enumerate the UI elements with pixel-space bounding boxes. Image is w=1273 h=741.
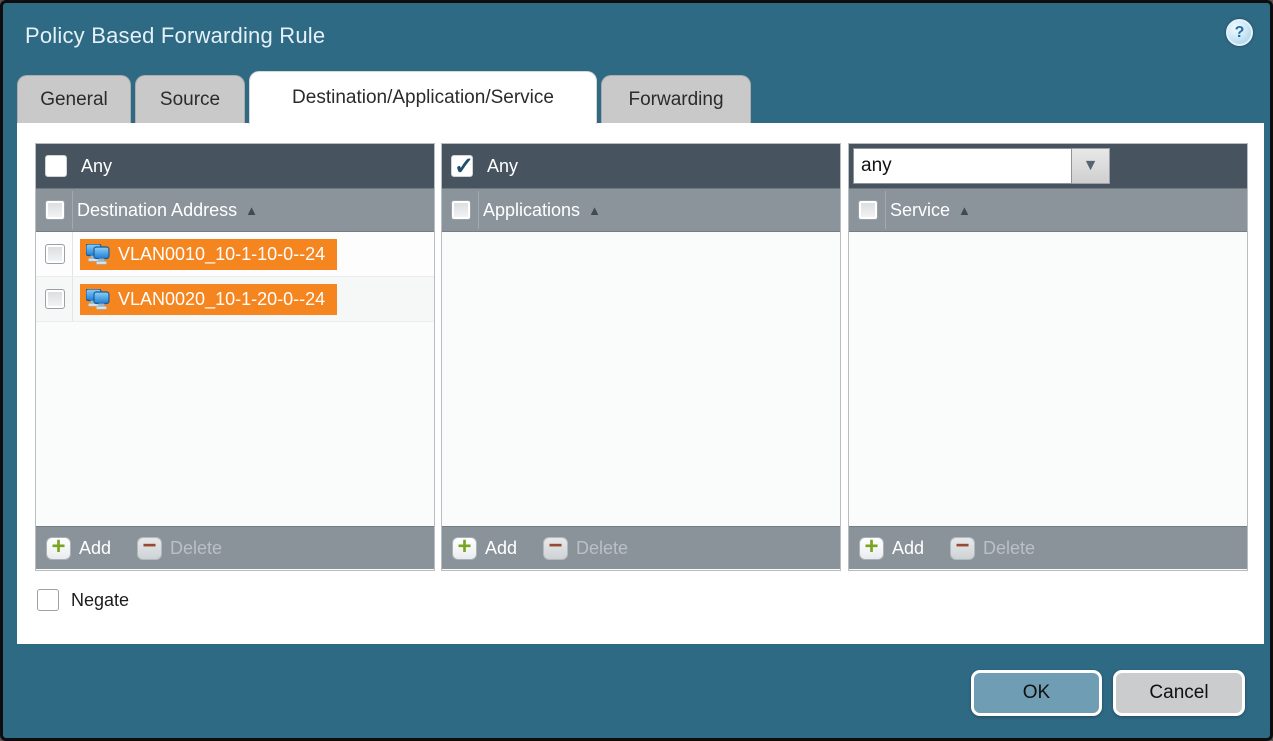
tab-content-panel: Any Destination Address ▲ VL <box>17 123 1264 644</box>
table-row[interactable]: VLAN0010_10-1-10-0--24 <box>36 232 434 277</box>
address-label: VLAN0010_10-1-10-0--24 <box>118 244 325 265</box>
applications-header-label: Applications <box>483 200 580 221</box>
add-service-button[interactable]: + Add <box>859 537 924 560</box>
service-header-label: Service <box>890 200 950 221</box>
chevron-down-icon: ▼ <box>1083 157 1099 175</box>
applications-any-checkbox[interactable] <box>451 155 473 177</box>
negate-label: Negate <box>71 590 129 611</box>
service-selector-bar: ▼ <box>849 144 1247 188</box>
applications-header[interactable]: Applications ▲ <box>442 188 840 232</box>
dialog-title: Policy Based Forwarding Rule <box>25 23 325 49</box>
help-icon[interactable]: ? <box>1226 19 1253 46</box>
destination-address-item[interactable]: VLAN0010_10-1-10-0--24 <box>80 239 337 270</box>
network-address-icon <box>86 244 110 265</box>
service-list <box>849 232 1247 526</box>
address-label: VLAN0020_10-1-20-0--24 <box>118 289 325 310</box>
delete-minus-icon: − <box>137 537 162 560</box>
title-bar: Policy Based Forwarding Rule ? <box>3 3 1270 71</box>
applications-list <box>442 232 840 526</box>
policy-forwarding-dialog: Policy Based Forwarding Rule ? General S… <box>0 0 1273 741</box>
add-destination-button[interactable]: + Add <box>46 537 111 560</box>
applications-any-label: Any <box>487 156 518 177</box>
destination-any-checkbox[interactable] <box>45 155 67 177</box>
destination-address-list: VLAN0010_10-1-10-0--24 VLAN0020_10-1-20-… <box>36 232 434 526</box>
destination-address-column: Any Destination Address ▲ VL <box>35 143 435 571</box>
delete-application-button[interactable]: − Delete <box>543 537 628 560</box>
delete-minus-icon: − <box>950 537 975 560</box>
service-header[interactable]: Service ▲ <box>849 188 1247 232</box>
destination-footer-bar: + Add − Delete <box>36 526 434 569</box>
ok-button[interactable]: OK <box>971 670 1102 716</box>
network-address-icon <box>86 289 110 310</box>
add-plus-icon: + <box>859 537 884 560</box>
delete-minus-icon: − <box>543 537 568 560</box>
row-checkbox[interactable] <box>45 289 65 309</box>
destination-any-bar: Any <box>36 144 434 188</box>
service-select-all-checkbox[interactable] <box>858 200 878 220</box>
destination-select-all-checkbox[interactable] <box>45 200 65 220</box>
applications-column: Any Applications ▲ + Add − Delete <box>441 143 841 571</box>
add-plus-icon: + <box>46 537 71 560</box>
destination-address-item[interactable]: VLAN0020_10-1-20-0--24 <box>80 284 337 315</box>
destination-header-label: Destination Address <box>77 200 237 221</box>
table-row[interactable]: VLAN0020_10-1-20-0--24 <box>36 277 434 322</box>
cancel-button[interactable]: Cancel <box>1113 670 1245 716</box>
applications-footer-bar: + Add − Delete <box>442 526 840 569</box>
add-application-button[interactable]: + Add <box>452 537 517 560</box>
row-checkbox[interactable] <box>45 244 65 264</box>
dropdown-button[interactable]: ▼ <box>1072 148 1110 184</box>
applications-any-bar: Any <box>442 144 840 188</box>
add-plus-icon: + <box>452 537 477 560</box>
negate-checkbox[interactable] <box>37 589 59 611</box>
delete-destination-button[interactable]: − Delete <box>137 537 222 560</box>
destination-any-label: Any <box>81 156 112 177</box>
sort-ascending-icon: ▲ <box>588 203 601 218</box>
applications-select-all-checkbox[interactable] <box>451 200 471 220</box>
delete-service-button[interactable]: − Delete <box>950 537 1035 560</box>
service-footer-bar: + Add − Delete <box>849 526 1247 569</box>
tab-general[interactable]: General <box>17 75 131 123</box>
tab-source[interactable]: Source <box>135 75 245 123</box>
sort-ascending-icon: ▲ <box>245 203 258 218</box>
service-column: ▼ Service ▲ + Add − Delete <box>848 143 1248 571</box>
destination-address-header[interactable]: Destination Address ▲ <box>36 188 434 232</box>
service-mode-combo: ▼ <box>853 148 1110 184</box>
negate-row: Negate <box>37 589 129 611</box>
sort-ascending-icon: ▲ <box>958 203 971 218</box>
tab-forwarding[interactable]: Forwarding <box>601 75 751 123</box>
tab-destination-application-service[interactable]: Destination/Application/Service <box>249 71 597 124</box>
service-mode-input[interactable] <box>853 148 1072 184</box>
